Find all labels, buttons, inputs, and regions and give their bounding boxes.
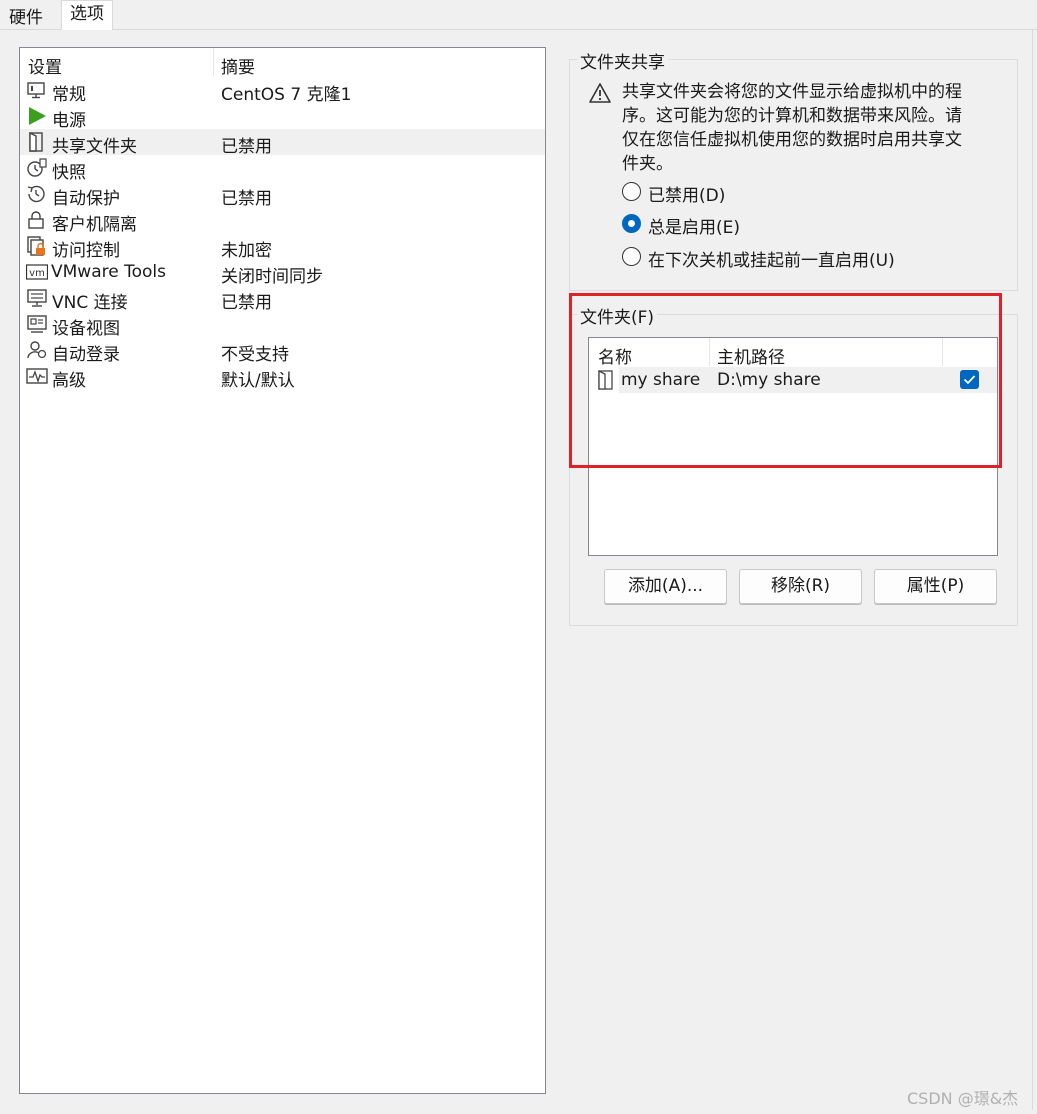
settings-item-label: 共享文件夹 xyxy=(52,137,137,157)
settings-item-label: VNC 连接 xyxy=(52,293,128,313)
settings-list-header: 设置 摘要 xyxy=(20,48,545,78)
settings-item-summary: CentOS 7 克隆1 xyxy=(221,85,352,105)
monitor-icon xyxy=(26,80,48,100)
settings-item-isolation[interactable]: 客户机隔离 xyxy=(20,207,545,235)
warning-icon xyxy=(588,82,612,104)
radio-disabled[interactable]: 已禁用(D) xyxy=(622,181,822,206)
radio-button[interactable] xyxy=(622,247,641,266)
settings-item-label: 快照 xyxy=(52,163,86,183)
settings-item-device-view[interactable]: 设备视图 xyxy=(20,311,545,339)
radio-always-enabled[interactable]: 总是启用(E) xyxy=(622,213,822,238)
settings-item-autologin[interactable]: 自动登录 不受支持 xyxy=(20,337,545,365)
settings-item-label: 客户机隔离 xyxy=(52,215,137,235)
settings-item-summary: 默认/默认 xyxy=(221,371,295,391)
settings-item-label: 访问控制 xyxy=(52,241,120,261)
snapshot-clock-icon xyxy=(26,158,48,178)
warning-text: 共享文件夹会将您的文件显示给虚拟机中的程序。这可能为您的计算机和数据带来风险。请… xyxy=(622,82,962,174)
panel-border xyxy=(1032,30,1033,1110)
shared-folder-icon xyxy=(26,131,48,152)
settings-item-shared-folders[interactable]: 共享文件夹 已禁用 xyxy=(20,129,545,157)
lock-icon xyxy=(26,210,48,230)
settings-item-summary: 不受支持 xyxy=(221,345,289,365)
radio-label: 已禁用(D) xyxy=(648,186,726,206)
pulse-icon xyxy=(26,366,48,386)
folder-properties-button[interactable]: 属性(P) xyxy=(874,569,997,604)
settings-item-label: 自动登录 xyxy=(52,345,120,365)
radio-label: 总是启用(E) xyxy=(648,218,741,238)
settings-item-access-control[interactable]: 访问控制 未加密 xyxy=(20,233,545,261)
column-header-setting[interactable]: 设置 xyxy=(28,53,62,78)
radio-until-poweroff[interactable]: 在下次关机或挂起前一直启用(U) xyxy=(622,246,922,271)
column-separator[interactable] xyxy=(213,48,214,76)
column-header-summary[interactable]: 摘要 xyxy=(221,53,255,78)
settings-item-summary: 已禁用 xyxy=(221,189,272,209)
radio-button[interactable] xyxy=(622,182,641,201)
settings-item-summary: 已禁用 xyxy=(221,137,272,157)
settings-item-advanced[interactable]: 高级 默认/默认 xyxy=(20,363,545,391)
folder-sharing-title: 文件夹共享 xyxy=(577,48,668,73)
autoprotect-clock-icon xyxy=(26,184,48,204)
annotation-highlight-box xyxy=(569,293,1002,468)
settings-item-label: 设备视图 xyxy=(52,319,120,339)
access-control-icon xyxy=(26,236,48,256)
settings-item-label: 自动保护 xyxy=(52,189,120,209)
settings-item-vnc[interactable]: VNC 连接 已禁用 xyxy=(20,285,545,313)
radio-label: 在下次关机或挂起前一直启用(U) xyxy=(648,251,895,271)
device-view-icon xyxy=(26,314,48,334)
settings-item-summary: 已禁用 xyxy=(221,293,272,313)
tab-options[interactable]: 选项 xyxy=(61,0,113,31)
settings-item-summary: 未加密 xyxy=(221,241,272,261)
tab-hardware[interactable]: 硬件 xyxy=(0,4,52,32)
settings-item-label: VMware Tools xyxy=(51,262,166,282)
settings-item-general[interactable]: 常规 CentOS 7 克隆1 xyxy=(20,77,545,105)
user-login-icon xyxy=(26,340,48,360)
settings-list[interactable]: 设置 摘要 常规 CentOS 7 克隆1 电源 共享文件夹 已禁用 快照 自动… xyxy=(19,47,546,1094)
settings-item-power[interactable]: 电源 xyxy=(20,103,545,131)
settings-item-summary: 关闭时间同步 xyxy=(221,267,323,287)
vm-icon: vm xyxy=(25,262,49,282)
settings-item-label: 电源 xyxy=(52,111,86,131)
radio-button[interactable] xyxy=(622,214,641,233)
remove-folder-button[interactable]: 移除(R) xyxy=(739,569,862,604)
settings-item-label: 高级 xyxy=(52,371,86,391)
settings-item-autoprotect[interactable]: 自动保护 已禁用 xyxy=(20,181,545,209)
settings-item-vmware-tools[interactable]: vm VMware Tools 关闭时间同步 xyxy=(20,259,545,287)
watermark: CSDN @璟&杰 xyxy=(907,1089,1019,1108)
vnc-icon xyxy=(26,288,48,308)
settings-item-snapshots[interactable]: 快照 xyxy=(20,155,545,183)
power-play-icon xyxy=(26,106,48,126)
settings-item-label: 常规 xyxy=(52,85,86,105)
add-folder-button[interactable]: 添加(A)... xyxy=(604,569,727,604)
tab-bar: 硬件 选项 xyxy=(0,0,1037,32)
svg-text:vm: vm xyxy=(29,268,45,279)
